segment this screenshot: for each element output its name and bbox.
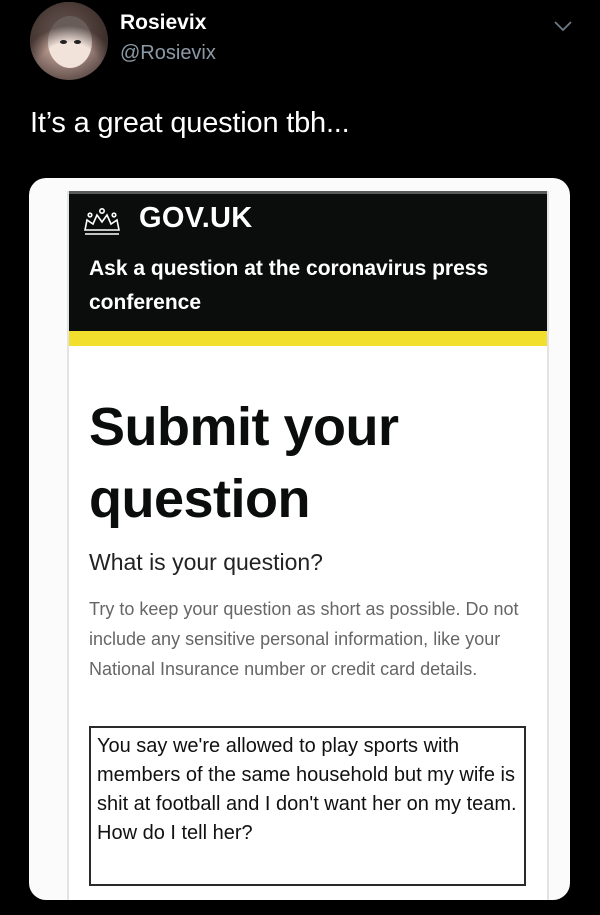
tweet-media-image[interactable]: GOV.UK Ask a question at the coronavirus… xyxy=(29,178,570,900)
tweet: Rosievix @Rosievix It’s a great question… xyxy=(0,0,600,915)
chevron-down-icon[interactable] xyxy=(552,18,574,34)
page-heading: Submit your question xyxy=(89,397,399,529)
question-label: What is your question? xyxy=(89,549,323,575)
user-handle[interactable]: @Rosievix xyxy=(120,42,216,65)
header-accent-bar xyxy=(69,331,547,346)
gov-header: GOV.UK Ask a question at the coronavirus… xyxy=(69,191,547,334)
question-hint: Try to keep your question as short as po… xyxy=(89,599,519,679)
tweet-text: It’s a great question tbh... xyxy=(30,107,350,139)
question-textarea: You say we're allowed to play sports wit… xyxy=(89,726,526,886)
display-name[interactable]: Rosievix xyxy=(120,11,206,35)
gov-page-screenshot: GOV.UK Ask a question at the coronavirus… xyxy=(67,191,549,900)
service-name: Ask a question at the coronavirus press … xyxy=(89,257,489,314)
gov-uk-logo: GOV.UK xyxy=(139,202,253,234)
avatar[interactable] xyxy=(30,2,108,80)
crown-icon xyxy=(84,207,120,235)
avatar-hair xyxy=(30,2,108,80)
